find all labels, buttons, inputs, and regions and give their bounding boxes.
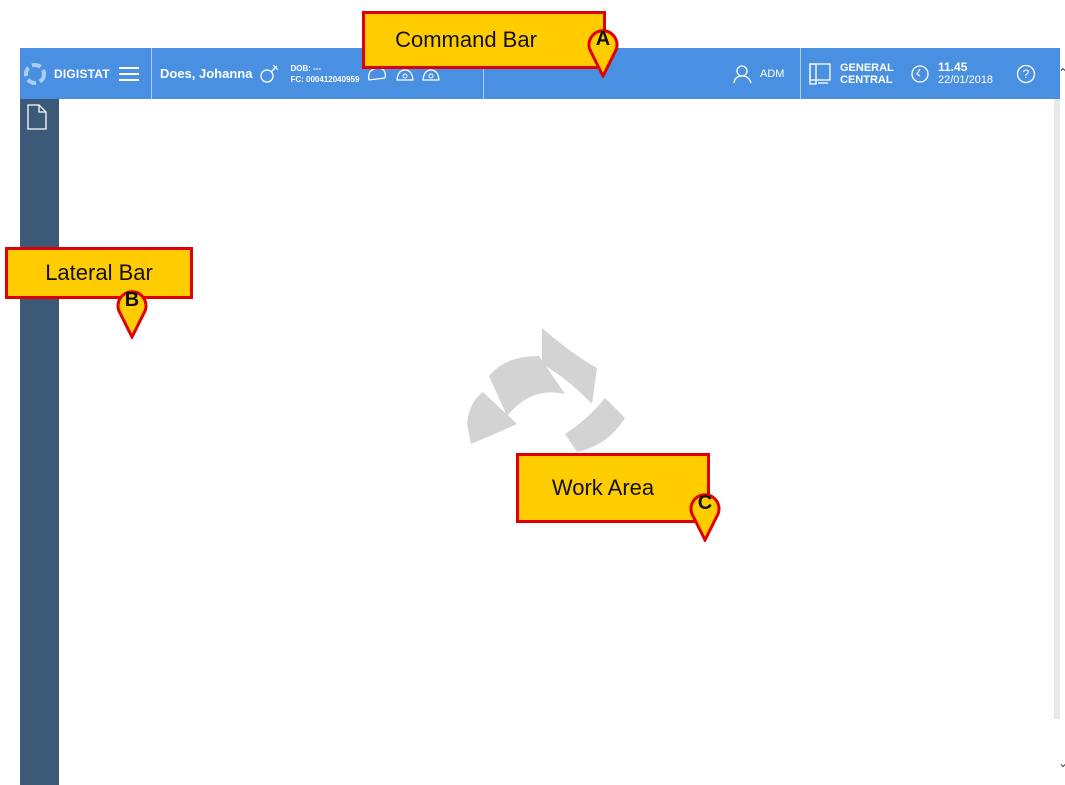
callout-label: Work Area — [551, 475, 655, 500]
location-text: GENERAL CENTRAL — [840, 62, 894, 86]
callout-label: Command Bar — [395, 27, 537, 52]
callout-marker-b: B — [115, 285, 149, 341]
clock-icon — [910, 64, 930, 84]
callout-command-bar: Command Bar — [362, 11, 606, 69]
patient-fc: FC: 000412040959 — [290, 74, 360, 84]
help-button[interactable]: ? — [1016, 48, 1040, 99]
digistat-logo-icon — [24, 62, 46, 85]
new-document-icon[interactable] — [26, 103, 48, 131]
menu-icon[interactable] — [118, 65, 140, 83]
callout-marker-c: C — [688, 488, 722, 544]
scroll-down-arrow-icon[interactable]: ⌄ — [1058, 756, 1065, 770]
clock-date: 22/01/2018 — [938, 73, 994, 86]
help-symbol: ? — [1022, 66, 1030, 81]
lateral-bar — [20, 99, 59, 785]
clock-area: 11.45 22/01/2018 — [910, 48, 1010, 99]
callout-work-area: Work Area — [516, 453, 710, 523]
callout-lateral-bar: Lateral Bar — [5, 247, 193, 299]
workstation-icon — [808, 62, 832, 86]
brand-name: DIGISTAT — [54, 66, 110, 81]
callout-letter: A — [595, 28, 611, 50]
location-area[interactable]: GENERAL CENTRAL — [808, 48, 900, 99]
brand-area[interactable]: DIGISTAT — [24, 48, 148, 99]
user-name: ADM — [760, 67, 785, 80]
help-icon[interactable]: ? — [1016, 64, 1036, 84]
patient-dob: DOB: --- — [290, 63, 322, 73]
callout-letter: B — [124, 289, 140, 311]
divider — [151, 48, 152, 99]
male-gender-icon — [258, 63, 280, 85]
vertical-scrollbar[interactable] — [1054, 99, 1060, 719]
scroll-up-arrow-icon[interactable]: ⌃ — [1058, 66, 1065, 80]
user-icon — [732, 63, 754, 85]
patient-ids: DOB: --- FC: 000412040959 — [290, 63, 359, 85]
clock-time: 11.45 — [938, 59, 968, 74]
callout-letter: C — [697, 492, 713, 514]
digistat-watermark-icon — [447, 306, 637, 456]
callout-label: Lateral Bar — [45, 260, 153, 285]
callout-marker-a: A — [586, 24, 620, 80]
patient-name: Does, Johanna — [160, 66, 253, 81]
location-line2: CENTRAL — [840, 73, 893, 86]
clock-text: 11.45 22/01/2018 — [938, 59, 994, 87]
user-area[interactable]: ADM — [732, 48, 798, 99]
divider — [800, 48, 801, 99]
location-line1: GENERAL — [840, 61, 894, 74]
